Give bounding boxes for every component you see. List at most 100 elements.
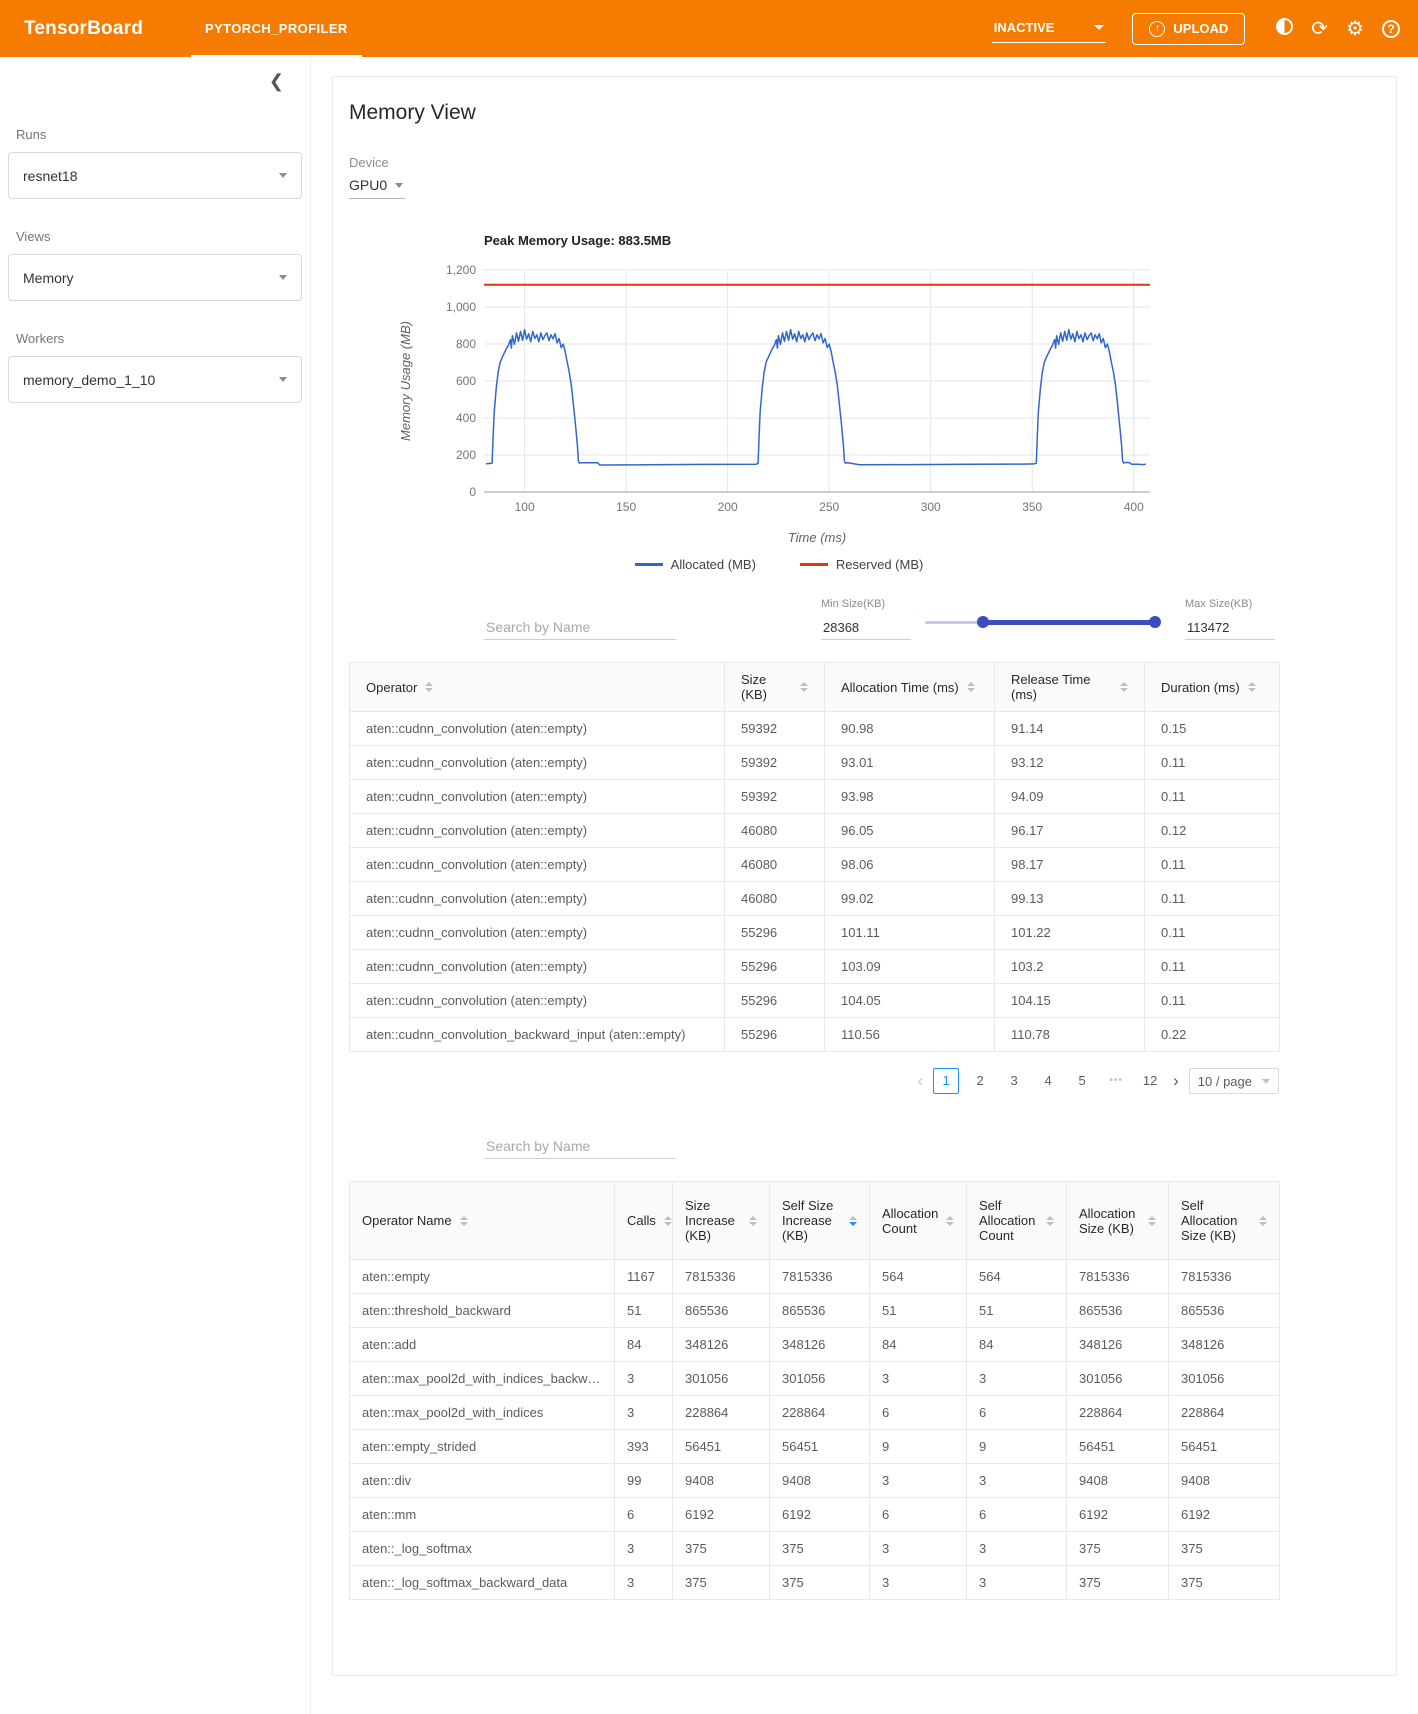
column-header[interactable]: Size Increase (KB): [672, 1181, 770, 1260]
pagination-page-5[interactable]: 5: [1069, 1068, 1095, 1094]
column-header[interactable]: Self Allocation Size (KB): [1168, 1181, 1280, 1260]
search-input[interactable]: [484, 615, 676, 640]
column-title: Release Time (ms): [1011, 672, 1091, 702]
table-cell: 3: [869, 1531, 967, 1566]
status-select[interactable]: INACTIVE: [991, 14, 1107, 43]
table-cell: 99: [614, 1463, 673, 1498]
pagination-prev[interactable]: ‹: [915, 1069, 925, 1093]
column-header[interactable]: Size (KB): [724, 662, 825, 712]
table-cell: 375: [1168, 1531, 1280, 1566]
table-cell: aten::max_pool2d_with_indices: [349, 1395, 615, 1430]
column-header[interactable]: Allocation Time (ms): [824, 662, 995, 712]
pagination-page-12[interactable]: 12: [1137, 1068, 1163, 1094]
help-button[interactable]: ?: [1382, 19, 1400, 38]
table-cell: 564: [869, 1259, 967, 1294]
pagination-page-2[interactable]: 2: [967, 1068, 993, 1094]
column-title: Size (KB): [741, 672, 767, 702]
table-cell: 0.11: [1144, 881, 1280, 916]
column-header[interactable]: Duration (ms): [1144, 662, 1280, 712]
column-title: Self Allocation Count: [979, 1198, 1036, 1243]
table-cell: 104.15: [994, 983, 1145, 1018]
workers-select[interactable]: memory_demo_1_10: [8, 356, 302, 403]
chart-title: Peak Memory Usage: 883.5MB: [484, 233, 672, 248]
table-cell: 56451: [672, 1429, 770, 1464]
tab-pytorch-profiler[interactable]: PYTORCH_PROFILER: [191, 0, 362, 57]
min-size-input[interactable]: [821, 616, 911, 640]
table-row: aten::cudnn_convolution (aten::empty) 552…: [349, 949, 1280, 984]
table-cell: aten::_log_softmax_backward_data: [349, 1565, 615, 1600]
filter-row: Min Size(KB) Max Size(KB): [484, 598, 1380, 640]
svg-text:200: 200: [718, 500, 738, 514]
table-cell: 375: [672, 1531, 770, 1566]
slider-handle-max[interactable]: [1149, 616, 1161, 628]
stats-search-input[interactable]: [484, 1134, 676, 1159]
memory-usage-chart[interactable]: 100 150 200 250 300 350 400 0 200 400 600 800 1,000 1…: [394, 256, 1164, 548]
size-range-slider[interactable]: [925, 616, 1161, 628]
column-header[interactable]: Allocation Size (KB): [1066, 1181, 1169, 1260]
svg-text:400: 400: [456, 411, 476, 425]
table-cell: 6: [966, 1497, 1067, 1532]
table-cell: 93.12: [994, 745, 1145, 780]
legend-label: Reserved (MB): [835, 557, 924, 572]
main-content: Memory View Device GPU0 Peak Memory Usag…: [311, 57, 1418, 1714]
table-cell: 0.22: [1144, 1017, 1280, 1052]
table-cell: 3: [614, 1395, 673, 1430]
memory-view-card: Memory View Device GPU0 Peak Memory Usag…: [332, 76, 1397, 1676]
table-cell: aten::_log_softmax: [349, 1531, 615, 1566]
table-cell: 228864: [672, 1395, 770, 1430]
table-cell: 46080: [724, 881, 825, 916]
table-row: aten::cudnn_convolution_backward_input (…: [349, 1017, 1280, 1052]
page-size-select[interactable]: 10 / page: [1188, 1068, 1279, 1094]
column-header[interactable]: Allocation Count: [869, 1181, 967, 1260]
svg-text:0: 0: [469, 485, 476, 499]
table-cell: 98.17: [994, 847, 1145, 882]
views-select[interactable]: Memory: [8, 254, 302, 301]
column-header[interactable]: Calls: [614, 1181, 673, 1260]
table-row: aten::_log_softmax 3 375 375 3 3 375 375: [349, 1531, 1280, 1566]
theme-toggle-button[interactable]: [1276, 18, 1294, 39]
device-select[interactable]: GPU0: [349, 172, 406, 199]
sidebar-collapse-button[interactable]: ❮: [269, 71, 284, 92]
column-title: Allocation Time (ms): [841, 679, 959, 695]
max-size-label: Max Size(KB): [1185, 598, 1253, 610]
table-cell: 101.22: [994, 915, 1145, 950]
column-header[interactable]: Self Size Increase (KB): [769, 1181, 870, 1260]
operator-stats-table: Operator Name Calls Size Increase (KB) Self…: [349, 1181, 1280, 1600]
table-cell: 99.02: [824, 881, 995, 916]
upload-button[interactable]: ↑ UPLOAD: [1132, 12, 1246, 45]
table-cell: 84: [966, 1327, 1067, 1362]
table-cell: aten::cudnn_convolution (aten::empty): [349, 711, 725, 746]
runs-select[interactable]: resnet18: [8, 152, 302, 199]
svg-text:1,200: 1,200: [446, 263, 476, 277]
table-cell: 91.14: [994, 711, 1145, 746]
legend-item: Allocated (MB): [634, 557, 756, 572]
pagination-page-3[interactable]: 3: [1001, 1068, 1027, 1094]
pagination-next[interactable]: ›: [1171, 1069, 1181, 1093]
table-row: aten::cudnn_convolution (aten::empty) 593…: [349, 711, 1280, 746]
table-cell: 0.12: [1144, 813, 1280, 848]
table-cell: 865536: [1168, 1293, 1280, 1328]
reload-button[interactable]: ⟳: [1311, 19, 1328, 39]
column-title: Duration (ms): [1161, 679, 1240, 695]
settings-button[interactable]: ⚙: [1346, 19, 1364, 39]
pagination-page-1[interactable]: 1: [933, 1068, 960, 1094]
column-header[interactable]: Release Time (ms): [994, 662, 1145, 712]
memory-chart-section: Peak Memory Usage: 883.5MB 100 150 200 250 3…: [394, 233, 1164, 572]
views-label: Views: [16, 229, 51, 244]
upload-label: UPLOAD: [1173, 21, 1229, 36]
column-header[interactable]: Operator Name: [349, 1181, 615, 1260]
slider-handle-min[interactable]: [976, 616, 989, 628]
sort-icon: [425, 682, 434, 692]
table-cell: 3: [869, 1463, 967, 1498]
max-size-input[interactable]: [1185, 616, 1275, 640]
table-cell: aten::cudnn_convolution (aten::empty): [349, 813, 725, 848]
column-header[interactable]: Operator: [349, 662, 725, 712]
min-size-label: Min Size(KB): [821, 598, 886, 610]
table-cell: 0.11: [1144, 983, 1280, 1018]
pagination-page-4[interactable]: 4: [1035, 1068, 1061, 1094]
status-select-value: INACTIVE: [993, 20, 1055, 35]
column-header[interactable]: Self Allocation Count: [966, 1181, 1067, 1260]
table-cell: aten::cudnn_convolution (aten::empty): [349, 881, 725, 916]
slider-track[interactable]: [982, 620, 1155, 625]
table-cell: 93.01: [824, 745, 995, 780]
